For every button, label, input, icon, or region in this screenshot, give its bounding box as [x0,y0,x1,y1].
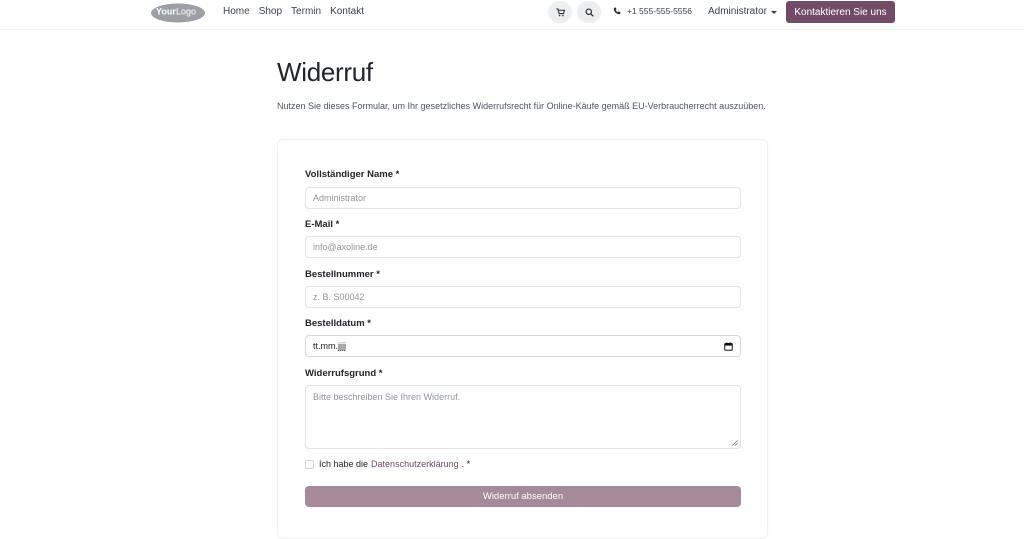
nav-home[interactable]: Home [223,6,250,17]
cart-button[interactable] [548,1,572,23]
phone-icon [613,7,621,15]
order-date-label: Bestelldatum * [305,318,371,329]
logo[interactable]: Your Logo [150,1,206,23]
consent-suffix: . * [461,459,471,469]
order-number-field[interactable]: z. B. S00042 [305,286,741,308]
page-intro: Nutzen Sie dieses Formular, um Ihr geset… [277,101,766,111]
privacy-consent: Ich habe die Datenschutzerklärung . * [305,459,470,469]
reason-placeholder: Bitte beschreiben Sie Ihren Widerruf. [313,392,461,402]
privacy-policy-link[interactable]: Datenschutzerklärung [371,459,459,469]
email-placeholder: info@axoline.de [313,242,378,252]
chevron-down-icon [770,10,777,14]
search-button[interactable] [577,1,601,23]
logo-text-logo: Logo [176,7,196,17]
cart-icon [555,7,565,16]
email-field[interactable]: info@axoline.de [305,236,741,258]
order-number-label: Bestellnummer * [305,269,380,280]
calendar-icon[interactable] [724,341,733,351]
nav-shop[interactable]: Shop [259,6,282,17]
privacy-checkbox[interactable] [305,459,314,469]
consent-prefix: Ich habe die [319,459,369,469]
search-icon [584,7,594,17]
resize-handle-icon[interactable] [732,440,738,446]
submit-withdrawal-button[interactable]: Widerruf absenden [305,486,741,507]
order-number-placeholder: z. B. S00042 [313,292,365,302]
nav-kontakt[interactable]: Kontakt [330,6,364,17]
email-label: E-Mail * [305,219,340,230]
name-field[interactable]: Administrator [305,187,741,209]
order-date-value: tt.mm.jjjj [313,341,346,351]
order-date-field[interactable]: tt.mm.jjjj [305,335,741,357]
user-name: Administrator [708,6,767,17]
page-title: Widerruf [277,57,373,87]
phone-link[interactable]: +1 555-555-5556 [613,6,692,16]
contact-us-button[interactable]: Kontaktieren Sie uns [786,1,895,23]
main-nav: Home Shop Termin Kontakt [223,6,373,17]
top-navbar: Your Logo Home Shop Termin Kontakt +1 55… [0,0,1024,30]
user-menu[interactable]: Administrator [708,6,777,17]
logo-text-your: Your [156,7,176,17]
phone-number: +1 555-555-5556 [627,6,692,16]
reason-textarea[interactable]: Bitte beschreiben Sie Ihren Widerruf. [305,385,741,449]
nav-termin[interactable]: Termin [291,6,321,17]
name-label: Vollständiger Name * [305,169,400,180]
reason-label: Widerrufsgrund * [305,368,383,379]
name-placeholder: Administrator [313,193,367,203]
